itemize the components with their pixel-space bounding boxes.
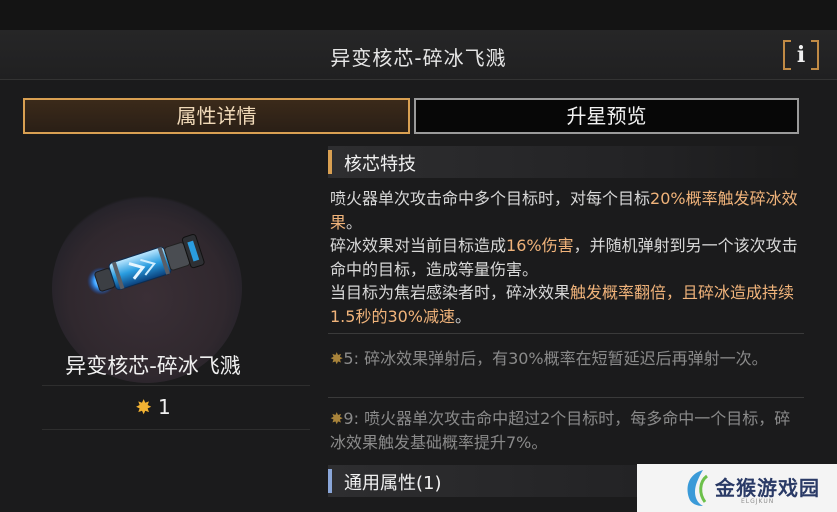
desc-highlight: 16%伤害 <box>506 236 574 255</box>
upgrade-star-5: ✸5: 碎冰效果弹射后，有30%概率在短暂延迟后再弹射一次。 <box>330 347 804 371</box>
section-core-skill: 核芯特技 <box>328 146 804 178</box>
title-bar: 异变核芯-碎冰飞溅 i <box>0 30 837 80</box>
divider <box>328 397 804 398</box>
section-title: 核芯特技 <box>344 154 416 175</box>
star-icon: ✸ <box>330 349 344 368</box>
tab-attribute-details[interactable]: 属性详情 <box>23 98 410 134</box>
top-strip <box>0 0 837 30</box>
section-accent-bar <box>328 150 332 174</box>
watermark-subtext: ELGJKUN <box>741 498 775 505</box>
core-skill-description: 喷火器单次攻击命中多个目标时，对每个目标20%概率触发碎冰效果。 碎冰效果对当前… <box>330 187 804 328</box>
desc-text: 碎冰效果对当前目标造成 <box>330 236 507 255</box>
divider <box>42 385 310 386</box>
divider <box>42 429 310 430</box>
monkey-logo-icon <box>687 470 709 506</box>
upgrade-text: : 碎冰效果弹射后，有30%概率在短暂延迟后再弹射一次。 <box>353 349 768 368</box>
upgrade-text: : 喷火器单次攻击命中超过2个目标时，每多命中一个目标，碎冰效果触发基础概率提升… <box>330 409 791 452</box>
item-name: 异变核芯-碎冰飞溅 <box>65 354 241 378</box>
section-accent-bar <box>328 469 332 493</box>
mutant-core-icon <box>87 233 205 296</box>
desc-text: 当目标为焦岩感染者时，碎冰效果 <box>330 283 571 302</box>
item-panel: 异变核芯-碎冰飞溅 ✸ 1 <box>0 145 310 512</box>
star-rating: ✸ 1 <box>0 395 306 419</box>
tab-star-preview[interactable]: 升星预览 <box>414 98 799 134</box>
desc-text: 。 <box>455 306 472 326</box>
section-title: 通用属性(1) <box>344 473 442 494</box>
star-icon: ✸ <box>330 409 344 428</box>
desc-text: 喷火器单次攻击命中多个目标时，对每个目标 <box>330 189 651 208</box>
divider <box>328 333 804 334</box>
watermark-text: 金猴游戏园 <box>715 476 820 500</box>
star-icon: ✸ <box>135 395 153 419</box>
page-title: 异变核芯-碎冰飞溅 <box>330 46 507 70</box>
watermark: 金猴游戏园 ELGJKUN <box>637 464 837 512</box>
info-button[interactable]: i <box>783 40 819 70</box>
upgrade-star-9: ✸9: 喷火器单次攻击命中超过2个目标时，每多命中一个目标，碎冰效果触发基础概率… <box>330 407 804 454</box>
upgrade-level: 9 <box>343 409 354 428</box>
desc-text: 。 <box>346 212 363 232</box>
upgrade-level: 5 <box>343 349 354 368</box>
star-count: 1 <box>158 395 171 419</box>
bracket-right <box>811 40 819 70</box>
